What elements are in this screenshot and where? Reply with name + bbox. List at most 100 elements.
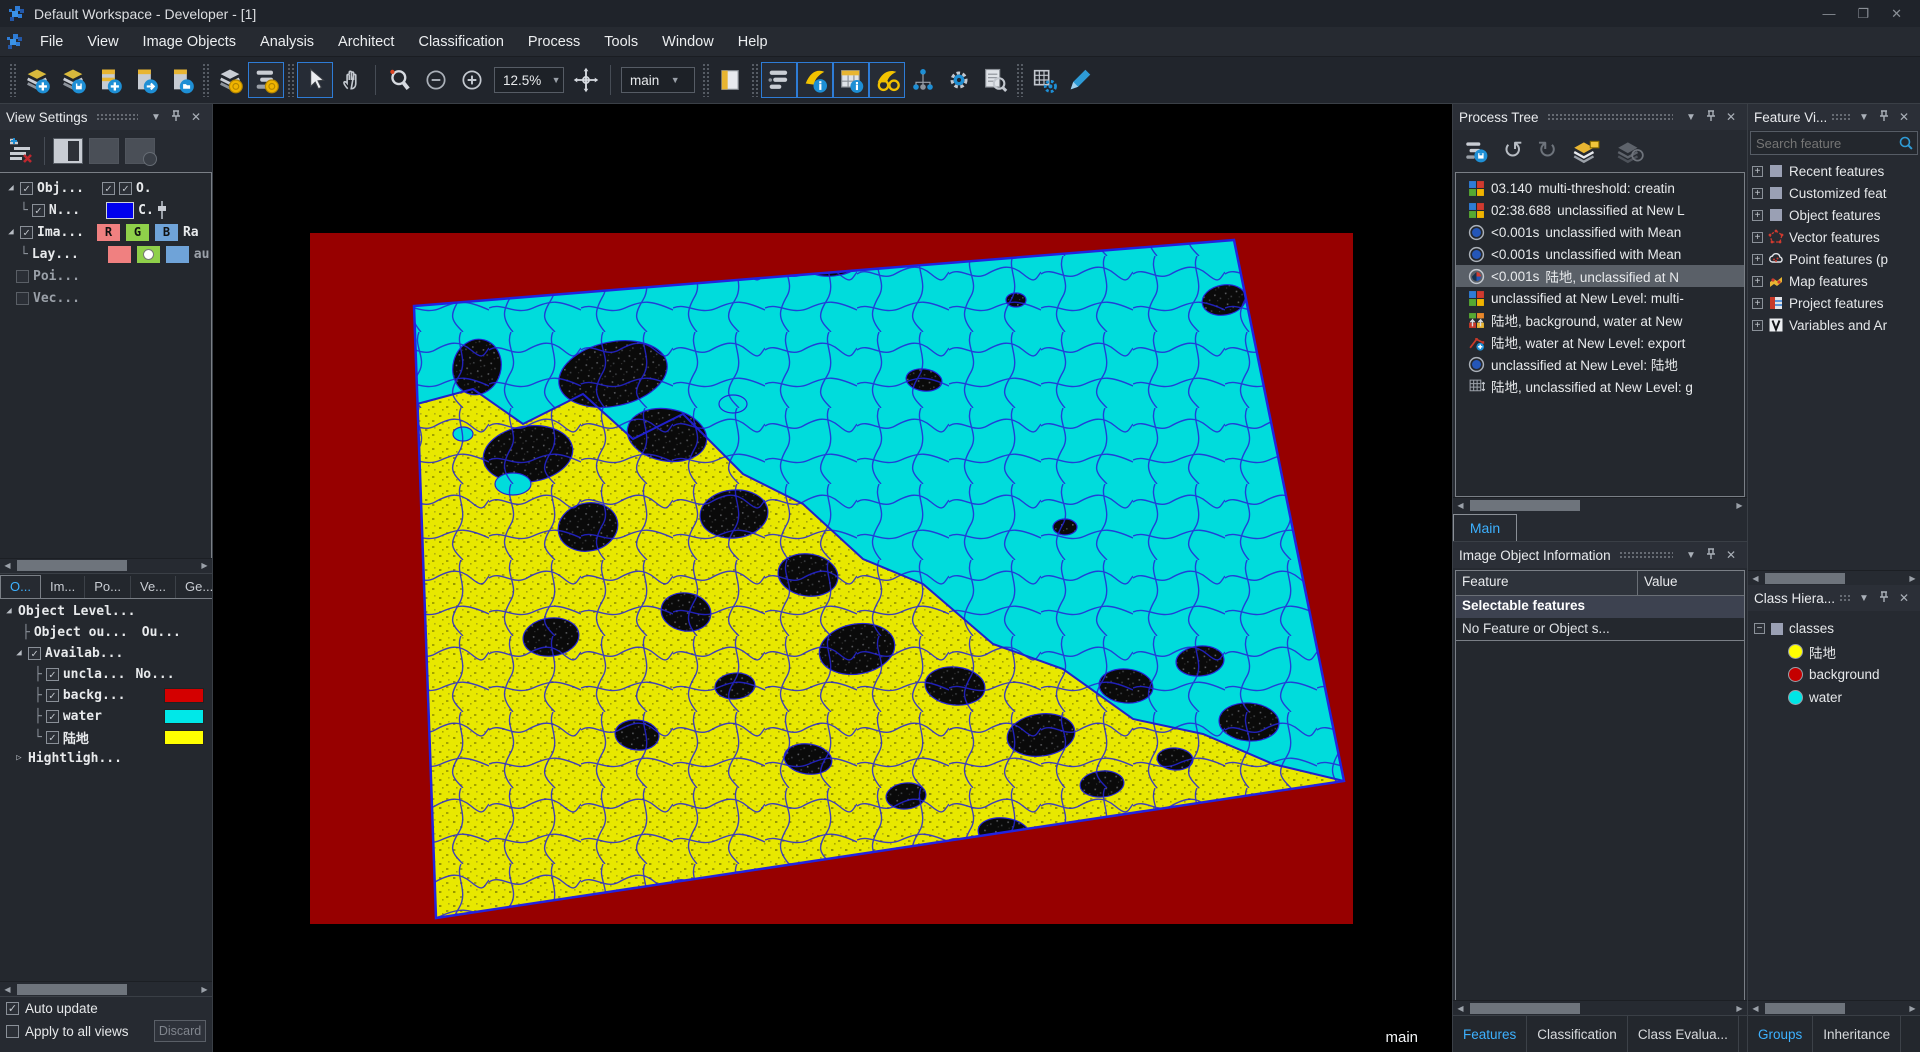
tab-object-levels[interactable]: O... [0, 574, 41, 598]
menu-analysis[interactable]: Analysis [250, 30, 324, 54]
area-zoom-button[interactable] [568, 62, 604, 98]
image-object-info-hscrollbar[interactable]: ◀ ▶ [1453, 1000, 1747, 1015]
edit-level-icon[interactable] [6, 137, 36, 165]
save-process-icon[interactable] [1463, 138, 1489, 164]
checkbox[interactable]: ✓ [31, 203, 45, 217]
pin-icon[interactable] [1874, 590, 1894, 606]
toolbar-grip[interactable] [287, 63, 294, 97]
expander-icon[interactable]: ▷ [14, 753, 24, 763]
panel-close-button[interactable]: ✕ [186, 110, 206, 124]
toolbar-grip[interactable] [9, 63, 16, 97]
expander-icon[interactable]: ◢ [14, 648, 24, 658]
menu-tools[interactable]: Tools [594, 30, 648, 54]
pin-icon[interactable] [166, 109, 186, 125]
process-row[interactable]: <0.001s unclassified with Mean [1456, 243, 1744, 265]
tab-groups[interactable]: Groups [1748, 1016, 1814, 1052]
pixel-grid-settings-button[interactable] [1026, 62, 1062, 98]
class-row-land[interactable]: 陆地 [1754, 640, 1920, 663]
expand-plus-icon[interactable]: + [1752, 165, 1763, 177]
checkbox[interactable] [16, 291, 29, 305]
maximize-button[interactable]: ❐ [1857, 6, 1869, 22]
auto-update-checkbox[interactable]: ✓ [6, 1002, 19, 1015]
feature-group-row[interactable]: + Object features [1752, 204, 1920, 226]
scroll-thumb[interactable] [1470, 499, 1580, 511]
map-combo[interactable]: main ▼ [621, 67, 695, 93]
scroll-right-icon[interactable]: ▶ [1732, 501, 1747, 510]
tree-row-level[interactable]: ◢ Object Level... [0, 601, 212, 622]
water-color-swatch[interactable] [164, 708, 204, 724]
checkbox[interactable]: ✓ [45, 709, 59, 723]
checkbox[interactable] [16, 269, 29, 283]
zoom-select-button[interactable] [382, 62, 418, 98]
discard-button[interactable]: Discard [154, 1020, 206, 1042]
classes-root-row[interactable]: − classes [1754, 617, 1920, 640]
tab-class-evaluation[interactable]: Class Evalua... [1628, 1016, 1739, 1052]
column-header-feature[interactable]: Feature [1456, 571, 1638, 595]
tree-row-points[interactable]: Poi... [2, 265, 211, 287]
toolbar-grip[interactable] [702, 63, 709, 97]
expand-plus-icon[interactable]: + [1752, 209, 1763, 221]
toolbar-grip[interactable] [1016, 63, 1023, 97]
panel-close-button[interactable]: ✕ [1721, 548, 1741, 562]
expand-plus-icon[interactable]: + [1752, 297, 1763, 309]
layout-split-view-button[interactable] [89, 138, 119, 164]
panel-drag-handle[interactable] [1831, 113, 1851, 121]
feature-view-button[interactable] [833, 62, 869, 98]
feature-group-row[interactable]: + Map features [1752, 270, 1920, 292]
scroll-thumb[interactable] [17, 560, 127, 571]
process-row[interactable]: 02:38.688 unclassified at New L [1456, 199, 1744, 221]
scroll-left-icon[interactable]: ◀ [1453, 501, 1468, 510]
object-hierarchy-button[interactable] [905, 62, 941, 98]
expand-plus-icon[interactable]: + [1752, 231, 1763, 243]
scroll-track[interactable] [1468, 1002, 1732, 1015]
image-object-information-button[interactable] [797, 62, 833, 98]
scroll-right-icon[interactable]: ▶ [1905, 574, 1920, 583]
tab-features[interactable]: Features [1453, 1016, 1528, 1052]
pin-icon[interactable] [1874, 109, 1894, 125]
scroll-left-icon[interactable]: ◀ [1748, 1004, 1763, 1013]
scroll-thumb[interactable] [1470, 1002, 1580, 1014]
process-row[interactable]: 陆地, unclassified at New Level: g [1456, 375, 1744, 397]
scroll-left-icon[interactable]: ◀ [0, 985, 15, 994]
panel-menu-button[interactable]: ▼ [1681, 112, 1701, 123]
checkbox[interactable]: ✓ [45, 730, 59, 744]
scroll-track[interactable] [1763, 572, 1905, 585]
view-process-tree-button[interactable] [761, 62, 797, 98]
expander-icon[interactable]: ◢ [4, 606, 14, 616]
tree-row-image-data[interactable]: ◢ ✓ Ima... R G B Ra [2, 221, 211, 243]
search-icon[interactable] [1898, 135, 1914, 151]
tree-row-land[interactable]: └ ✓ 陆地 [0, 727, 212, 748]
column-header-value[interactable]: Value [1638, 571, 1684, 595]
zoom-out-button[interactable] [418, 62, 454, 98]
minimize-button[interactable]: — [1822, 6, 1835, 22]
blue-channel-cell[interactable] [164, 244, 190, 264]
feature-view-hscrollbar[interactable]: ◀ ▶ [1748, 570, 1920, 585]
undo-icon[interactable]: ↺ [1503, 139, 1523, 163]
new-project-button[interactable] [19, 62, 55, 98]
tree-row-available[interactable]: ◢ ✓ Availab... [0, 643, 212, 664]
tab-vectors[interactable]: Ve... [131, 575, 177, 598]
selectable-features-group-row[interactable]: Selectable features [1456, 596, 1744, 618]
class-row-water[interactable]: water [1754, 686, 1920, 709]
tree-row-objects[interactable]: ◢ ✓ Obj... ✓ ✓ O. [2, 177, 211, 199]
panel-close-button[interactable]: ✕ [1721, 110, 1741, 124]
layout-compare-view-button[interactable] [125, 138, 157, 166]
panel-drag-handle[interactable] [1839, 594, 1851, 602]
scroll-right-icon[interactable]: ▶ [197, 985, 212, 994]
toolbar-grip[interactable] [202, 63, 209, 97]
find-objects-button[interactable] [977, 62, 1013, 98]
panel-menu-button[interactable]: ▼ [146, 112, 166, 123]
open-workspace-button[interactable] [163, 62, 199, 98]
menu-help[interactable]: Help [728, 30, 778, 54]
checkbox[interactable]: ✓ [28, 646, 41, 660]
layout-single-view-button[interactable] [53, 138, 83, 164]
close-button[interactable]: ✕ [1891, 6, 1902, 22]
feature-group-row[interactable]: + Point features (p [1752, 248, 1920, 270]
zoom-level-combo[interactable]: 12.5% ▼ [494, 67, 564, 93]
scroll-thumb[interactable] [17, 983, 127, 995]
settings-gear-button[interactable] [941, 62, 977, 98]
levels-hscrollbar[interactable]: ◀ ▶ [0, 981, 212, 996]
expander-icon[interactable]: ◢ [6, 183, 16, 193]
add-data-button[interactable] [91, 62, 127, 98]
process-row[interactable]: 03.140 multi-threshold: creatin [1456, 177, 1744, 199]
